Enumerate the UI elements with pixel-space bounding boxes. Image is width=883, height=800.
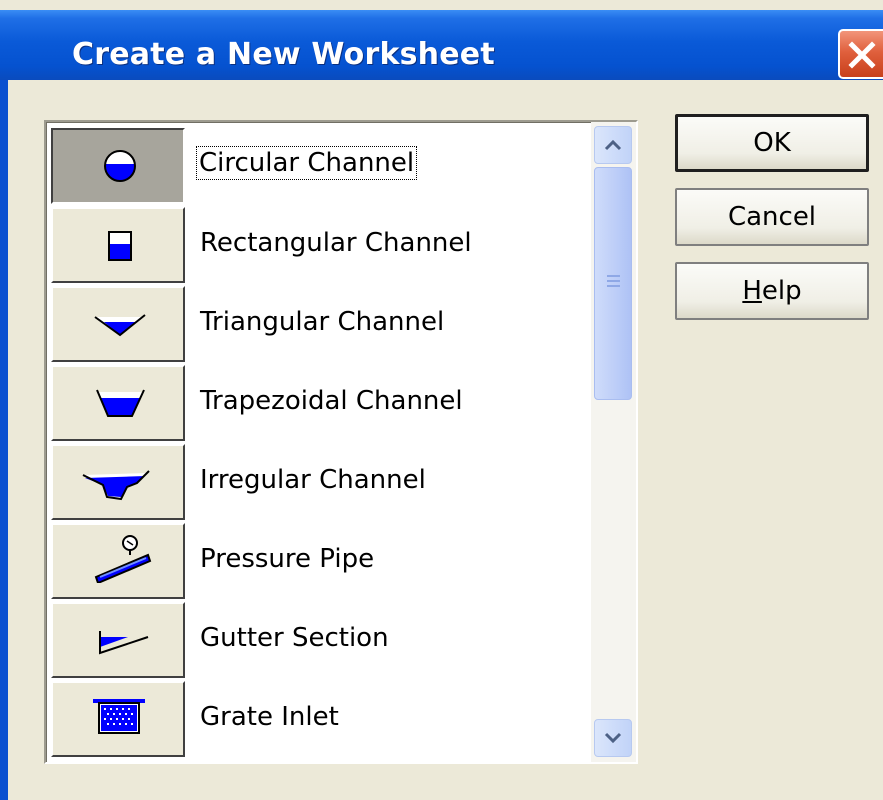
list-item-label: Irregular Channel: [200, 465, 426, 495]
list-item-circular-channel[interactable]: Circular Channel: [51, 128, 591, 207]
vertical-scrollbar[interactable]: [591, 122, 636, 762]
list-item-label: Trapezoidal Channel: [200, 386, 463, 416]
help-label: elp: [761, 276, 802, 306]
window-frame-left: [0, 80, 8, 800]
list-items: Circular Channel Rectangular Channel Tri…: [51, 128, 591, 760]
list-item-label: Gutter Section: [200, 623, 389, 653]
list-item-triangular-channel[interactable]: Triangular Channel: [51, 286, 591, 365]
scroll-grip-line: [607, 280, 620, 282]
trapezoidal-channel-icon: [96, 389, 145, 417]
list-item-icon-button[interactable]: [51, 602, 185, 678]
circular-channel-icon: [104, 150, 136, 182]
scroll-up-button[interactable]: [594, 126, 632, 164]
list-item-label: Circular Channel: [196, 146, 418, 180]
close-button[interactable]: [838, 29, 883, 79]
list-item-label: Pressure Pipe: [200, 544, 375, 574]
list-item-gutter-section[interactable]: Gutter Section: [51, 602, 591, 681]
ok-button[interactable]: OK: [675, 114, 869, 172]
chevron-up-icon: [604, 139, 622, 151]
gutter-section-icon: [99, 631, 149, 655]
help-mnemonic: H: [742, 276, 762, 306]
list-item-rectangular-channel[interactable]: Rectangular Channel: [51, 207, 591, 286]
triangular-channel-icon: [94, 314, 146, 337]
list-item-pressure-pipe[interactable]: Pressure Pipe: [51, 523, 591, 602]
list-item-label: Triangular Channel: [200, 307, 445, 337]
rectangular-channel-icon: [108, 231, 132, 261]
scroll-down-button[interactable]: [594, 719, 632, 757]
list-item-icon-button[interactable]: [51, 207, 185, 283]
chevron-down-icon: [604, 732, 622, 744]
scroll-grip-line: [607, 275, 620, 277]
window-title: Create a New Worksheet: [72, 37, 495, 72]
list-item-trapezoidal-channel[interactable]: Trapezoidal Channel: [51, 365, 591, 444]
close-icon: [848, 41, 876, 69]
worksheet-type-list[interactable]: Circular Channel Rectangular Channel Tri…: [44, 120, 638, 764]
list-item-grate-inlet[interactable]: Grate Inlet: [51, 681, 591, 760]
list-item-icon-button[interactable]: [51, 523, 185, 599]
grate-inlet-icon: [93, 699, 145, 734]
list-item-icon-button[interactable]: [51, 128, 185, 204]
scroll-grip-line: [607, 285, 620, 287]
scroll-thumb[interactable]: [594, 167, 632, 400]
create-worksheet-dialog: Create a New Worksheet Circular Channel …: [0, 0, 883, 800]
title-bar[interactable]: Create a New Worksheet: [0, 10, 883, 80]
irregular-channel-icon: [82, 470, 150, 501]
list-item-label: Grate Inlet: [200, 702, 339, 732]
help-button[interactable]: Help: [675, 262, 869, 320]
list-item-icon-button[interactable]: [51, 681, 185, 757]
list-item-icon-button[interactable]: [51, 444, 185, 520]
list-item-icon-button[interactable]: [51, 365, 185, 441]
list-item-label: Rectangular Channel: [200, 228, 472, 258]
cancel-button[interactable]: Cancel: [675, 188, 869, 246]
pressure-pipe-icon: [94, 535, 152, 583]
list-item-icon-button[interactable]: [51, 286, 185, 362]
list-item-irregular-channel[interactable]: Irregular Channel: [51, 444, 591, 523]
